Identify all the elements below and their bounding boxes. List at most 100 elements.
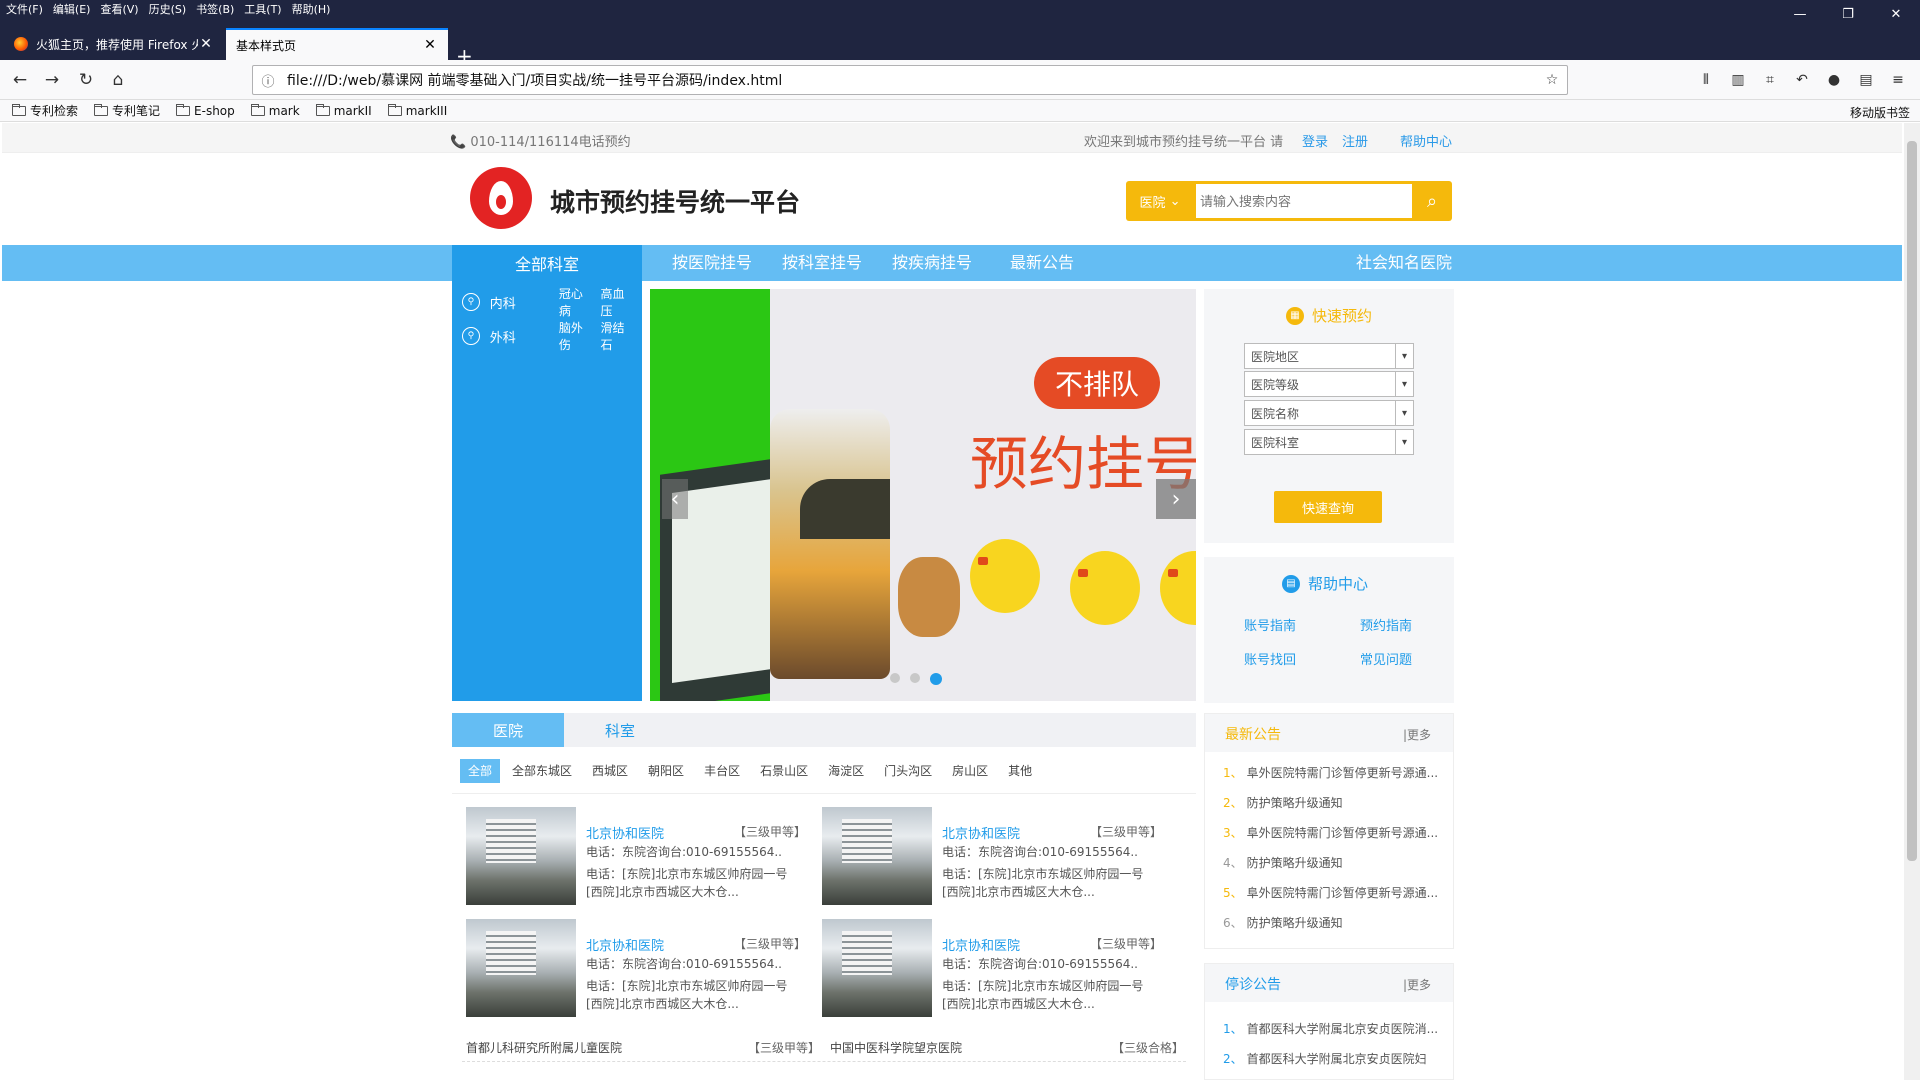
help-center-link[interactable]: 帮助中心 — [1400, 131, 1452, 150]
banner-carousel[interactable]: 不排队 预约挂号 ‹ › — [650, 289, 1196, 701]
quick-search-button[interactable]: 快速查询 — [1274, 491, 1382, 523]
nav-famous-hospitals[interactable]: 社会知名医院 — [1356, 245, 1452, 281]
hospital-image[interactable] — [822, 919, 932, 1017]
menu-icon[interactable]: ≡ — [1882, 68, 1914, 92]
tab-hospital[interactable]: 医院 — [452, 713, 564, 747]
district-item[interactable]: 海淀区 — [820, 759, 872, 783]
more-link[interactable]: |更多 — [1403, 726, 1431, 743]
login-link[interactable]: 登录 — [1302, 131, 1328, 150]
extension-icon[interactable]: ● — [1818, 68, 1850, 92]
print-icon[interactable]: ▤ — [1850, 68, 1882, 92]
bookmark-folder[interactable]: markII — [315, 103, 372, 118]
forward-icon[interactable]: → — [40, 68, 64, 92]
hospital-card[interactable]: 北京协和医院 【三级甲等】 电话：东院咨询台:010-69155564.. 电话… — [822, 919, 1172, 1019]
category-tag[interactable]: 高血压 — [600, 285, 636, 319]
url-text[interactable]: file:///D:/web/慕课网 前端零基础入门/项目实战/统一挂号平台源码… — [283, 70, 1537, 90]
scrollbar-thumb[interactable] — [1907, 141, 1917, 861]
library-icon[interactable]: ⫴ — [1690, 68, 1722, 92]
menu-edit[interactable]: 编辑(E) — [53, 1, 91, 17]
category-item[interactable]: ⚲ 外科 脑外伤 滑结石 — [452, 319, 642, 353]
hospital-name[interactable]: 北京协和医院 — [586, 935, 664, 954]
carousel-dot[interactable] — [910, 673, 920, 683]
nav-by-disease[interactable]: 按疾病挂号 — [892, 245, 972, 281]
hospital-image[interactable] — [466, 807, 576, 905]
hospital-name[interactable]: 北京协和医院 — [942, 823, 1020, 842]
undo-icon[interactable]: ↶ — [1786, 68, 1818, 92]
menu-help[interactable]: 帮助(H) — [292, 1, 331, 17]
suspension-item[interactable]: 2、 首都医科大学附属北京安贞医院妇 — [1223, 1050, 1427, 1067]
nav-by-hospital[interactable]: 按医院挂号 — [672, 245, 752, 281]
hospital-name[interactable]: 北京协和医院 — [942, 935, 1020, 954]
bookmark-star-icon[interactable]: ☆ — [1537, 72, 1567, 88]
tab-department[interactable]: 科室 — [564, 713, 676, 747]
district-item[interactable]: 房山区 — [944, 759, 996, 783]
nav-by-department[interactable]: 按科室挂号 — [782, 245, 862, 281]
category-tag[interactable]: 冠心病 — [559, 285, 595, 319]
menu-bookmarks[interactable]: 书签(B) — [196, 1, 234, 17]
hospital-list-item[interactable]: 中国中医科学院望京医院 — [830, 1039, 962, 1056]
bookmark-folder[interactable]: E-shop — [176, 103, 235, 118]
notice-item[interactable]: 3、 阜外医院特需门诊暂停更新号源通... — [1223, 824, 1438, 841]
tab-firefox-home[interactable]: 火狐主页，推荐使用 Firefox 火 ✕ — [4, 28, 224, 60]
menu-tools[interactable]: 工具(T) — [244, 1, 281, 17]
logo-icon[interactable] — [470, 167, 532, 229]
carousel-dot[interactable] — [890, 673, 900, 683]
notice-item[interactable]: 5、 阜外医院特需门诊暂停更新号源通... — [1223, 884, 1438, 901]
category-item[interactable]: ⚲ 内科 冠心病 高血压 — [452, 285, 642, 319]
hospital-select[interactable]: 医院名称 ▾ — [1244, 400, 1414, 426]
close-icon[interactable]: ✕ — [198, 36, 214, 52]
district-item[interactable]: 其他 — [1000, 759, 1040, 783]
bookmark-folder[interactable]: mark — [250, 103, 300, 118]
hospital-image[interactable] — [822, 807, 932, 905]
back-icon[interactable]: ← — [8, 68, 32, 92]
sidebar-icon[interactable]: ▥ — [1722, 68, 1754, 92]
close-icon[interactable]: ✕ — [422, 37, 438, 53]
category-tag[interactable]: 脑外伤 — [559, 319, 595, 353]
tab-active[interactable]: 基本样式页 ✕ — [226, 28, 448, 60]
hospital-card[interactable]: 北京协和医院 【三级甲等】 电话：东院咨询台:010-69155564.. 电话… — [822, 807, 1172, 907]
hospital-name[interactable]: 北京协和医院 — [586, 823, 664, 842]
department-select[interactable]: 医院科室 ▾ — [1244, 429, 1414, 455]
notice-item[interactable]: 6、 防护策略升级通知 — [1223, 914, 1343, 931]
screenshot-icon[interactable]: ⌗ — [1754, 68, 1786, 92]
district-item[interactable]: 全部东城区 — [504, 759, 580, 783]
help-link[interactable]: 预约指南 — [1360, 615, 1412, 634]
register-link[interactable]: 注册 — [1342, 131, 1368, 150]
help-link[interactable]: 账号找回 — [1244, 649, 1296, 668]
district-item[interactable]: 门头沟区 — [876, 759, 940, 783]
hospital-list-item[interactable]: 首都儿科研究所附属儿童医院 — [466, 1039, 622, 1056]
bookmark-folder[interactable]: 专利笔记 — [94, 102, 160, 119]
all-departments[interactable]: 全部科室 — [452, 245, 642, 281]
hospital-card[interactable]: 北京协和医院 【三级甲等】 电话：东院咨询台:010-69155564.. 电话… — [466, 919, 816, 1019]
region-select[interactable]: 医院地区 ▾ — [1244, 343, 1414, 369]
help-link[interactable]: 账号指南 — [1244, 615, 1296, 634]
suspension-item[interactable]: 1、 首都医科大学附属北京安贞医院消... — [1223, 1020, 1438, 1037]
menu-file[interactable]: 文件(F) — [6, 1, 43, 17]
carousel-dot-active[interactable] — [930, 673, 942, 685]
nav-latest-notices[interactable]: 最新公告 — [1010, 245, 1074, 281]
next-arrow-icon[interactable]: › — [1156, 479, 1196, 519]
hospital-image[interactable] — [466, 919, 576, 1017]
district-all[interactable]: 全部 — [460, 759, 501, 783]
district-item[interactable]: 朝阳区 — [640, 759, 692, 783]
help-link[interactable]: 常见问题 — [1360, 649, 1412, 668]
page-scrollbar[interactable] — [1904, 123, 1920, 1080]
info-icon[interactable]: ⓘ — [253, 71, 283, 90]
bookmark-folder[interactable]: 专利检索 — [12, 102, 78, 119]
district-item[interactable]: 丰台区 — [696, 759, 748, 783]
prev-arrow-icon[interactable]: ‹ — [662, 479, 688, 519]
url-bar[interactable]: ⓘ file:///D:/web/慕课网 前端零基础入门/项目实战/统一挂号平台… — [252, 65, 1568, 466]
category-tag[interactable]: 滑结石 — [600, 319, 636, 353]
search-icon[interactable]: ⌕ — [1412, 181, 1452, 221]
hospital-card[interactable]: 北京协和医院 【三级甲等】 电话：东院咨询台:010-69155564.. 电话… — [466, 807, 816, 907]
home-icon[interactable]: ⌂ — [106, 68, 130, 92]
more-link[interactable]: |更多 — [1403, 976, 1431, 993]
district-item[interactable]: 西城区 — [584, 759, 636, 783]
notice-item[interactable]: 2、 防护策略升级通知 — [1223, 794, 1343, 811]
menu-history[interactable]: 历史(S) — [149, 1, 187, 17]
notice-item[interactable]: 4、 防护策略升级通知 — [1223, 854, 1343, 871]
menu-view[interactable]: 查看(V) — [100, 1, 138, 17]
notice-item[interactable]: 1、 阜外医院特需门诊暂停更新号源通... — [1223, 764, 1438, 781]
level-select[interactable]: 医院等级 ▾ — [1244, 371, 1414, 397]
search-type-select[interactable]: 医院 ⌄ — [1126, 181, 1194, 221]
